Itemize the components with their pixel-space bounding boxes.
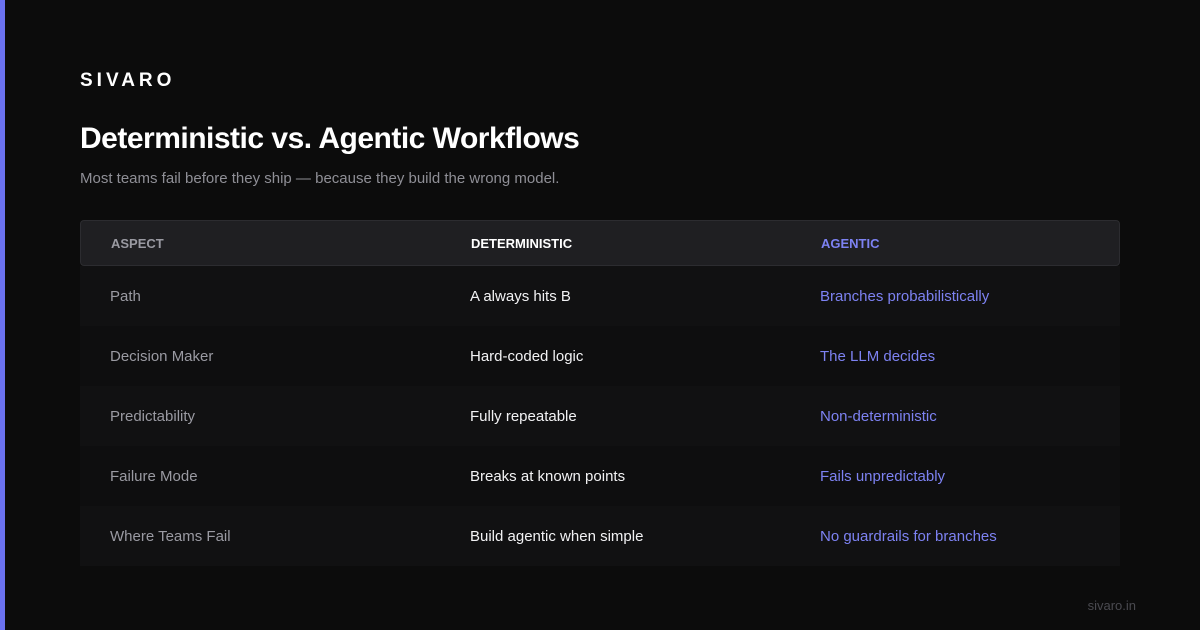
table-row: Path A always hits B Branches probabilis… bbox=[80, 266, 1120, 326]
row-aspect: Predictability bbox=[110, 407, 196, 425]
page-subtitle: Most teams fail before they ship — becau… bbox=[80, 170, 560, 187]
brand-logo: SIVARO bbox=[80, 70, 176, 91]
table-row: Predictability Fully repeatable Non-dete… bbox=[80, 386, 1120, 446]
row-agentic: No guardrails for branches bbox=[820, 527, 997, 545]
header-deterministic: DETERMINISTIC bbox=[471, 235, 573, 251]
row-deterministic: Breaks at known points bbox=[470, 467, 626, 485]
row-agentic: The LLM decides bbox=[820, 347, 936, 365]
table-row: Decision Maker Hard-coded logic The LLM … bbox=[80, 326, 1120, 386]
header-aspect: ASPECT bbox=[111, 235, 164, 251]
row-agentic: Branches probabilistically bbox=[820, 287, 990, 305]
header-agentic: AGENTIC bbox=[821, 235, 880, 251]
row-aspect: Decision Maker bbox=[110, 347, 214, 365]
row-deterministic: Fully repeatable bbox=[470, 407, 577, 425]
row-agentic: Fails unpredictably bbox=[820, 467, 946, 485]
page-title: Deterministic vs. Agentic Workflows bbox=[80, 122, 580, 155]
table-row: Where Teams Fail Build agentic when simp… bbox=[80, 506, 1120, 566]
row-agentic: Non-deterministic bbox=[820, 407, 937, 425]
row-deterministic: Build agentic when simple bbox=[470, 527, 644, 545]
row-aspect: Failure Mode bbox=[110, 467, 198, 485]
comparison-table: ASPECT DETERMINISTIC AGENTIC Path A alwa… bbox=[80, 220, 1120, 566]
accent-bar bbox=[0, 0, 5, 630]
row-aspect: Path bbox=[110, 287, 141, 305]
table-row: Failure Mode Breaks at known points Fail… bbox=[80, 446, 1120, 506]
footer-url: sivaro.in bbox=[1087, 598, 1136, 613]
row-deterministic: Hard-coded logic bbox=[470, 347, 584, 365]
row-aspect: Where Teams Fail bbox=[110, 527, 231, 545]
table-header: ASPECT DETERMINISTIC AGENTIC bbox=[80, 220, 1120, 266]
row-deterministic: A always hits B bbox=[470, 287, 571, 305]
